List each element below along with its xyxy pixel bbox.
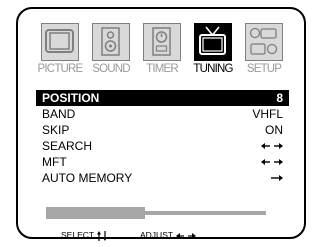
menu-row-band[interactable]: BAND VHFL (36, 106, 289, 122)
menu-value: VHFL (252, 107, 283, 121)
left-right-arrows-icon (176, 232, 197, 239)
menu-label: MFT (42, 155, 67, 169)
tuning-menu: POSITION 8 BAND VHFL SKIP ON SEARCH MFT … (36, 90, 289, 186)
right-arrow-icon (271, 170, 283, 186)
adjust-hint: ADJUST (140, 230, 197, 240)
menu-row-position[interactable]: POSITION 8 (36, 90, 289, 106)
setup-icon (245, 23, 283, 61)
menu-label: AUTO MEMORY (42, 171, 133, 185)
tv-screen-icon (41, 23, 79, 61)
left-right-arrows-icon (261, 138, 283, 154)
select-label: SELECT (61, 230, 94, 240)
tab-setup[interactable]: SETUP (240, 23, 288, 85)
timer-icon (143, 23, 181, 61)
tuning-level-fill (46, 207, 145, 219)
select-hint: SELECT (61, 230, 108, 241)
menu-row-auto-memory[interactable]: AUTO MEMORY (36, 170, 289, 186)
menu-tabs: PICTURE SOUND TIMER TUNING SETUP (36, 23, 289, 85)
up-down-arrows-icon (97, 230, 108, 241)
speaker-icon (92, 23, 130, 61)
menu-label: POSITION (42, 91, 100, 105)
tuning-level-bar (46, 207, 266, 223)
menu-row-mft[interactable]: MFT (36, 154, 289, 170)
left-right-arrows-icon (261, 154, 283, 170)
menu-label: SKIP (42, 123, 70, 137)
tab-tuning[interactable]: TUNING (189, 23, 237, 85)
antenna-tv-icon (194, 23, 232, 61)
menu-label: SEARCH (42, 139, 93, 153)
menu-value: ON (265, 123, 283, 137)
tab-sound[interactable]: SOUND (87, 23, 135, 85)
tab-timer[interactable]: TIMER (138, 23, 186, 85)
tab-picture[interactable]: PICTURE (36, 23, 84, 85)
tuning-level-track (145, 211, 266, 215)
menu-row-search[interactable]: SEARCH (36, 138, 289, 154)
tab-label: SETUP (246, 63, 282, 75)
menu-row-skip[interactable]: SKIP ON (36, 122, 289, 138)
menu-value: 8 (276, 91, 283, 105)
menu-label: BAND (42, 107, 76, 121)
adjust-label: ADJUST (140, 230, 173, 240)
